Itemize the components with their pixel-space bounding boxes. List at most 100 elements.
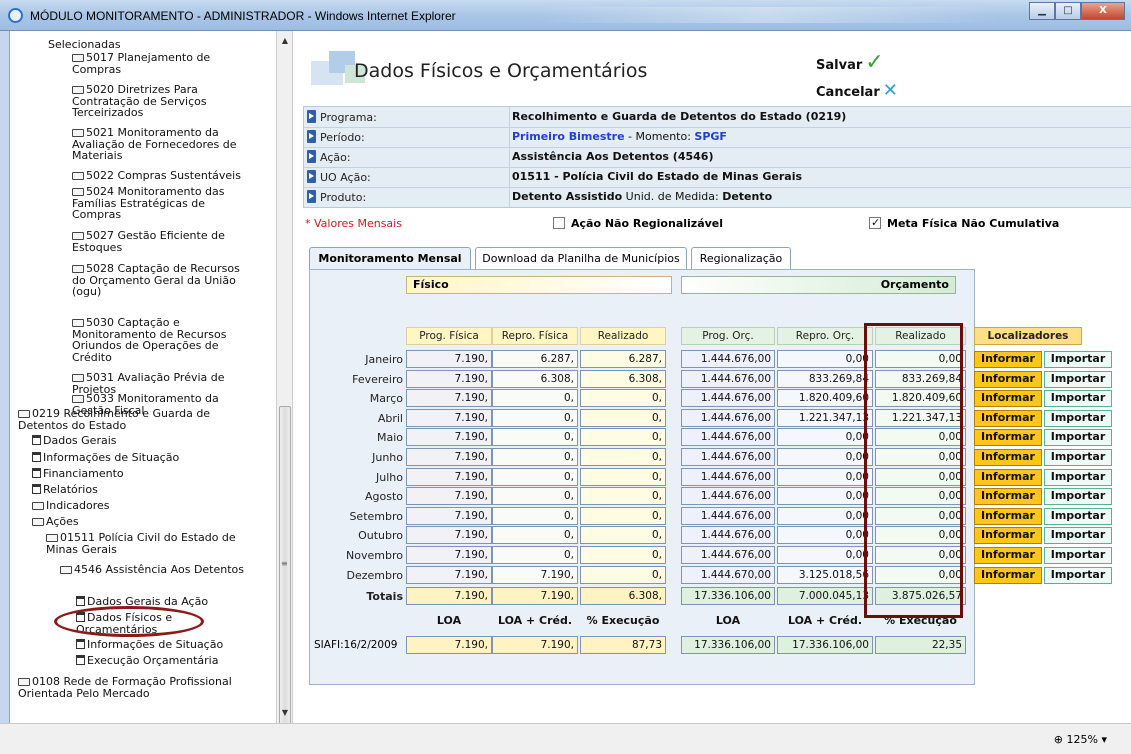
nao-regionalizavel-checkbox[interactable]: Ação Não Regionalizável — [553, 217, 723, 230]
table-cell-input[interactable]: 0, — [580, 468, 666, 486]
tree-node[interactable]: Dados Gerais da Ação — [76, 596, 261, 608]
tree-node[interactable]: 0219 Recolhimento e Guarda de Detentos d… — [18, 408, 258, 431]
importar-button[interactable]: Importar — [1044, 410, 1112, 427]
close-button[interactable]: X — [1081, 2, 1125, 20]
table-cell-input[interactable]: 1.444.670,00 — [681, 566, 775, 584]
tab-monitoramento-mensal[interactable]: Monitoramento Mensal — [309, 247, 471, 271]
table-cell-input[interactable]: 0,00 — [777, 507, 873, 525]
table-cell-input[interactable]: 0, — [492, 487, 578, 505]
informar-button[interactable]: Informar — [974, 351, 1042, 368]
table-cell-input[interactable]: 1.444.676,00 — [681, 448, 775, 466]
informar-button[interactable]: Informar — [974, 449, 1042, 466]
table-cell-input[interactable]: 1.221.347,13 — [777, 409, 873, 427]
tree-node[interactable]: Relatórios — [32, 484, 252, 496]
zoom-control[interactable]: ⊕ 125% ▾ — [1054, 733, 1107, 746]
table-cell-input[interactable]: 7.190, — [406, 428, 492, 446]
importar-button[interactable]: Importar — [1044, 488, 1112, 505]
table-cell-input[interactable]: 0,00 — [777, 428, 873, 446]
table-cell-input[interactable]: 7.190, — [406, 526, 492, 544]
table-cell-input[interactable]: 7.190, — [406, 389, 492, 407]
table-cell-input[interactable]: 833.269,84 — [777, 370, 873, 388]
table-cell-input[interactable]: 1.444.676,00 — [681, 546, 775, 564]
expand-arrow-icon[interactable] — [307, 110, 316, 123]
table-cell-input[interactable]: 0, — [580, 389, 666, 407]
minimize-button[interactable]: ▁ — [1029, 2, 1055, 20]
table-cell-input[interactable]: 7.190, — [406, 546, 492, 564]
table-cell-input[interactable]: 0, — [580, 507, 666, 525]
table-cell-input[interactable]: 1.444.676,00 — [681, 389, 775, 407]
table-cell-input[interactable]: 0, — [580, 546, 666, 564]
table-cell-input[interactable]: 1.444.676,00 — [681, 507, 775, 525]
informar-button[interactable]: Informar — [974, 567, 1042, 584]
table-cell-input[interactable]: 0,00 — [777, 487, 873, 505]
informar-button[interactable]: Informar — [974, 469, 1042, 486]
tree-node[interactable]: Execução Orçamentária — [76, 655, 261, 667]
importar-button[interactable]: Importar — [1044, 351, 1112, 368]
expand-arrow-icon[interactable] — [307, 170, 316, 183]
cancel-button[interactable]: Cancelar ✕ — [816, 80, 898, 101]
table-cell-input[interactable]: 7.190, — [406, 350, 492, 368]
scrollbar-thumb[interactable] — [279, 406, 291, 736]
tree-node[interactable]: Indicadores — [32, 500, 252, 512]
tree-node[interactable]: 01511 Polícia Civil do Estado de Minas G… — [46, 532, 246, 555]
importar-button[interactable]: Importar — [1044, 449, 1112, 466]
table-cell-input[interactable]: 0,00 — [777, 526, 873, 544]
expand-arrow-icon[interactable] — [307, 190, 316, 203]
maximize-button[interactable]: □ — [1055, 2, 1081, 20]
importar-button[interactable]: Importar — [1044, 371, 1112, 388]
informar-button[interactable]: Informar — [974, 488, 1042, 505]
tree-node[interactable]: 5028 Captação de Recursos do Orçamento G… — [72, 263, 252, 298]
importar-button[interactable]: Importar — [1044, 547, 1112, 564]
table-cell-input[interactable]: 0,00 — [777, 468, 873, 486]
importar-button[interactable]: Importar — [1044, 567, 1112, 584]
table-cell-input[interactable]: 0, — [492, 448, 578, 466]
table-cell-input[interactable]: 0, — [580, 487, 666, 505]
tree-node[interactable]: Dados Gerais — [32, 435, 252, 447]
table-cell-input[interactable]: 0, — [580, 566, 666, 584]
table-cell-input[interactable]: 7.190, — [406, 370, 492, 388]
table-cell-input[interactable]: 1.444.676,00 — [681, 487, 775, 505]
tree-node[interactable]: Informações de Situação — [76, 639, 261, 651]
table-cell-input[interactable]: 1.444.676,00 — [681, 370, 775, 388]
table-cell-input[interactable]: 6.287, — [492, 350, 578, 368]
save-button[interactable]: Salvar ✓ — [816, 50, 884, 75]
informar-button[interactable]: Informar — [974, 410, 1042, 427]
importar-button[interactable]: Importar — [1044, 429, 1112, 446]
tab-regionalizacao[interactable]: Regionalização — [691, 247, 791, 270]
table-cell-input[interactable]: 0, — [492, 468, 578, 486]
tab-download-planilha[interactable]: Download da Planilha de Municípios — [475, 247, 687, 270]
tree-node[interactable]: 4546 Assistência Aos Detentos — [60, 564, 250, 576]
expand-arrow-icon[interactable] — [307, 130, 316, 143]
table-cell-input[interactable]: 1.444.676,00 — [681, 350, 775, 368]
table-cell-input[interactable]: 1.444.676,00 — [681, 428, 775, 446]
informar-button[interactable]: Informar — [974, 371, 1042, 388]
checkbox-box[interactable] — [553, 217, 565, 229]
scroll-down-icon[interactable]: ▼ — [277, 705, 293, 721]
tree-node[interactable]: 5030 Captação e Monitoramento de Recurso… — [72, 317, 252, 363]
table-cell-input[interactable]: 0, — [492, 409, 578, 427]
tree-node[interactable]: Financiamento — [32, 468, 252, 480]
table-cell-input[interactable]: 1.444.676,00 — [681, 409, 775, 427]
tree-node[interactable]: 5021 Monitoramento da Avaliação de Forne… — [72, 127, 252, 162]
tree-node[interactable]: 5024 Monitoramento das Famílias Estratég… — [72, 186, 252, 221]
table-cell-input[interactable]: 0, — [492, 507, 578, 525]
table-cell-input[interactable]: 7.190, — [406, 468, 492, 486]
table-cell-input[interactable]: 0,00 — [777, 448, 873, 466]
tree-node[interactable]: 5022 Compras Sustentáveis — [72, 170, 252, 182]
table-cell-input[interactable]: 7.190, — [406, 409, 492, 427]
tree-node[interactable]: 5020 Diretrizes Para Contratação de Serv… — [72, 84, 252, 119]
tree-node[interactable]: Ações — [32, 516, 252, 528]
table-cell-input[interactable]: 6.308, — [492, 370, 578, 388]
informar-button[interactable]: Informar — [974, 527, 1042, 544]
table-cell-input[interactable]: 0, — [492, 389, 578, 407]
informar-button[interactable]: Informar — [974, 390, 1042, 407]
table-cell-input[interactable]: 1.444.676,00 — [681, 526, 775, 544]
table-cell-input[interactable]: 3.125.018,56 — [777, 566, 873, 584]
informar-button[interactable]: Informar — [974, 547, 1042, 564]
table-cell-input[interactable]: 7.190, — [406, 566, 492, 584]
tree-node[interactable]: 0108 Rede de Formação Profissional Orien… — [18, 676, 258, 699]
table-cell-input[interactable]: 7.190, — [406, 507, 492, 525]
informar-button[interactable]: Informar — [974, 429, 1042, 446]
importar-button[interactable]: Importar — [1044, 390, 1112, 407]
checkbox-checked-icon[interactable] — [869, 216, 881, 229]
